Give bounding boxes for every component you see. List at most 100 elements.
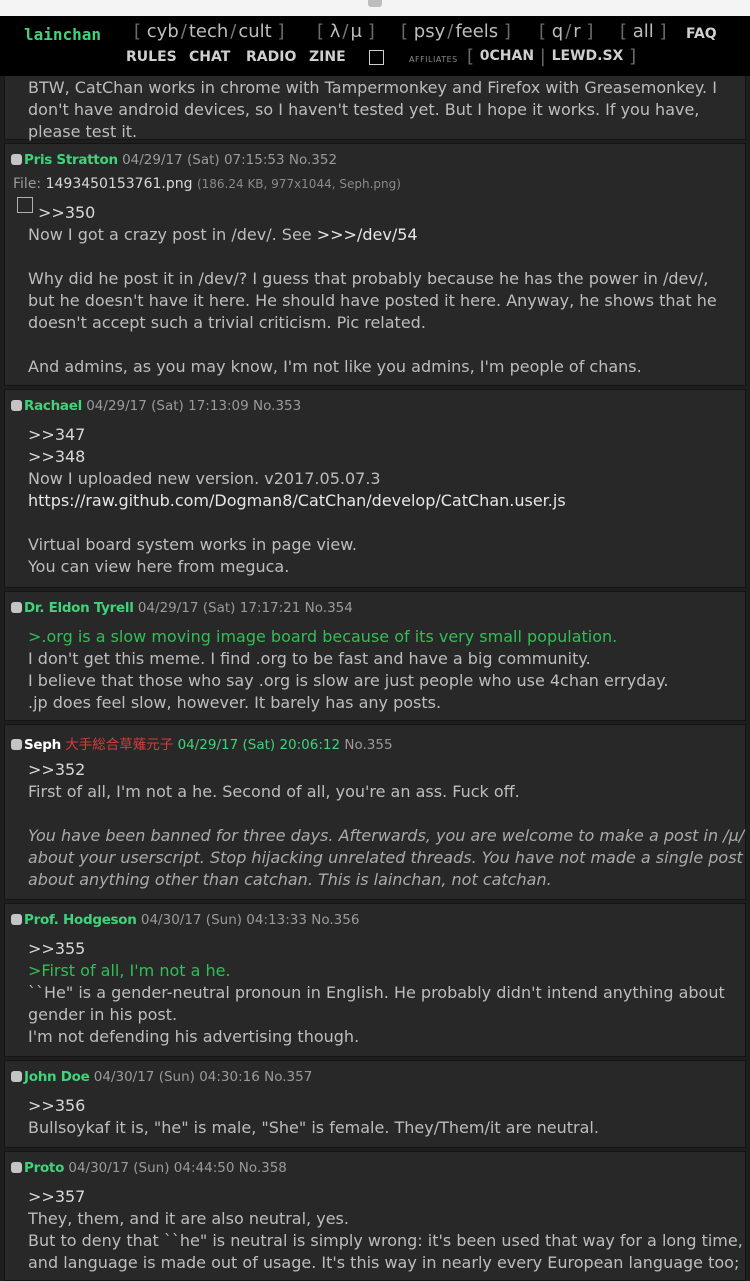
post-line: don't have android devices, so I haven't… [28,100,700,119]
board-link-psy[interactable]: psy [414,21,445,42]
post-number[interactable]: No.353 [253,398,301,414]
post-line: You can view here from meguca. [28,557,290,576]
board-link-r[interactable]: r [573,21,580,42]
options-checkbox[interactable] [369,50,384,65]
faq-link[interactable]: FAQ [686,26,717,42]
post-number[interactable]: No.352 [289,152,337,168]
post-number[interactable]: No.357 [264,1069,312,1085]
post-header: Seph 大手総合草薙元子 04/29/17 (Sat) 20:06:12 No… [11,733,393,753]
post-line: please test it. [28,122,138,141]
post-number[interactable]: No.358 [239,1160,287,1176]
poster-name: John Doe [24,1069,90,1085]
mod-message-line: about your userscript. Stop hijacking un… [28,848,743,867]
post-line: Now I uploaded new version. v2017.05.07.… [28,469,381,488]
poster-name: Proto [24,1160,65,1176]
post-354: Dr. Eldon Tyrell 04/29/17 (Sat) 17:17:21… [4,591,746,721]
board-link-feels[interactable]: feels [455,21,498,42]
post-number[interactable]: No.354 [305,600,353,616]
post-line: doesn't accept such a trivial criticism.… [28,313,426,332]
file-link[interactable]: 1493450153761.png [46,176,193,192]
greentext-quote: >.org is a slow moving image board becau… [28,627,618,646]
poster-name: Rachael [24,398,82,414]
rules-link[interactable]: RULES [126,49,177,65]
board-link-mu[interactable]: μ [351,21,362,42]
board-group-1: [ cyb / tech / cult ] [134,21,285,42]
site-logo[interactable]: lainchan [24,25,101,44]
post-date: 04/29/17 (Sat) 17:17:21 [137,600,301,616]
board-link-cyb[interactable]: cyb [147,21,179,42]
post-backlink[interactable]: >>356 [28,1095,85,1117]
post-toggle-icon[interactable] [11,1071,22,1082]
post-backlink[interactable]: >>357 [28,1186,85,1208]
affiliate-link-lewdsx[interactable]: LEWD.SX [552,48,624,64]
post-number[interactable]: No.355 [344,737,392,753]
post-toggle-icon[interactable] [11,602,22,613]
post-358: Proto 04/30/17 (Sun) 04:44:50 No.358 >>3… [4,1151,746,1281]
post-line: but he doesn't have it here. He should h… [28,291,717,310]
post-353: Rachael 04/29/17 (Sat) 17:13:09 No.353 >… [4,389,746,588]
post-date: 04/30/17 (Sun) 04:44:50 [68,1160,235,1176]
poster-name: Dr. Eldon Tyrell [24,600,134,616]
status-strip [0,0,750,16]
post-line-text: Now I got a crazy post in /dev/. See [28,225,317,244]
post-backlink[interactable]: >>350 [38,202,95,224]
post-line: ``He" is a gender-neutral pronoun in Eng… [28,983,725,1002]
post-toggle-icon[interactable] [11,739,22,750]
post-date: 04/29/17 (Sat) 20:06:12 [177,737,341,753]
mod-message-line: You have been banned for three days. Aft… [28,826,745,845]
chat-link[interactable]: CHAT [189,49,230,65]
affiliates-label: AFFILIATES [409,55,458,64]
post-header: Pris Stratton 04/29/17 (Sat) 07:15:53 No… [11,152,337,168]
post-number[interactable]: No.356 [311,912,359,928]
post-line: Why did he post it in /dev/? I guess tha… [28,269,709,288]
post-toggle-icon[interactable] [11,400,22,411]
post-355: Seph 大手総合草薙元子 04/29/17 (Sat) 20:06:12 No… [4,724,746,900]
board-link-tech[interactable]: tech [189,21,228,42]
post-line: Now I got a crazy post in /dev/. See >>>… [28,224,418,246]
crossboard-link[interactable]: >>>/dev/54 [317,225,418,244]
post-header: Prof. Hodgeson 04/30/17 (Sun) 04:13:33 N… [11,912,359,928]
post-date: 04/30/17 (Sun) 04:13:33 [140,912,307,928]
radio-link[interactable]: RADIO [246,49,296,65]
post-date: 04/29/17 (Sat) 07:15:53 [122,152,285,168]
post-header: Dr. Eldon Tyrell 04/29/17 (Sat) 17:17:21… [11,600,353,616]
board-nav-bar: lainchan [ cyb / tech / cult ] [ λ / μ ] [ psy… [0,16,750,76]
board-link-lambda[interactable]: λ [330,21,341,42]
post-line: I'm not defending his advertising though… [28,1027,360,1046]
post-toggle-icon[interactable] [11,1162,22,1173]
file-meta: (186.24 KB, 977x1044, Seph.png) [196,177,401,191]
post-line: But to deny that ``he" is neutral is sim… [28,1231,743,1250]
post-line: Virtual board system works in page view. [28,535,357,554]
post-line: And admins, as you may know, I'm not lik… [28,357,642,376]
capcode-tag: 大手総合草薙元子 [65,737,174,753]
thumbnail-placeholder-icon[interactable] [17,197,33,213]
board-link-q[interactable]: q [552,21,563,42]
post-line: I don't get this meme. I find .org to be… [28,649,591,668]
board-link-all[interactable]: all [633,21,654,42]
post-line: .jp does feel slow, however. It barely h… [28,693,442,712]
post-header: John Doe 04/30/17 (Sun) 04:30:16 No.357 [11,1069,312,1085]
poster-name: Seph [24,737,61,753]
external-link[interactable]: https://raw.github.com/Dogman8/CatChan/d… [28,490,566,512]
post-357: John Doe 04/30/17 (Sun) 04:30:16 No.357 … [4,1060,746,1148]
post-line: First of all, I'm not a he. Second of al… [28,782,520,801]
notch [368,0,382,7]
post-352: Pris Stratton 04/29/17 (Sat) 07:15:53 No… [4,143,746,386]
post-toggle-icon[interactable] [11,154,22,165]
post-line: Bullsoykaf it is, "he" is male, "She" is… [28,1118,599,1137]
zine-link[interactable]: ZINE [309,49,346,65]
board-link-cult[interactable]: cult [238,21,271,42]
post-backlink[interactable]: >>347 [28,424,85,446]
poster-name: Prof. Hodgeson [24,912,137,928]
board-group-4: [ q / r ] [539,21,594,42]
post-toggle-icon[interactable] [11,914,22,925]
post-backlink[interactable]: >>348 [28,446,85,468]
mod-message-line: about anything other than catchan. This … [28,870,552,889]
post-backlink[interactable]: >>352 [28,759,85,781]
affiliate-link-0chan[interactable]: 0CHAN [480,48,534,64]
post-line: BTW, CatChan works in chrome with Tamper… [28,78,717,97]
post-date: 04/30/17 (Sun) 04:30:16 [93,1069,260,1085]
greentext-quote: >First of all, I'm not a he. [28,961,231,980]
post-backlink[interactable]: >>355 [28,938,85,960]
post-header: Rachael 04/29/17 (Sat) 17:13:09 No.353 [11,398,301,414]
